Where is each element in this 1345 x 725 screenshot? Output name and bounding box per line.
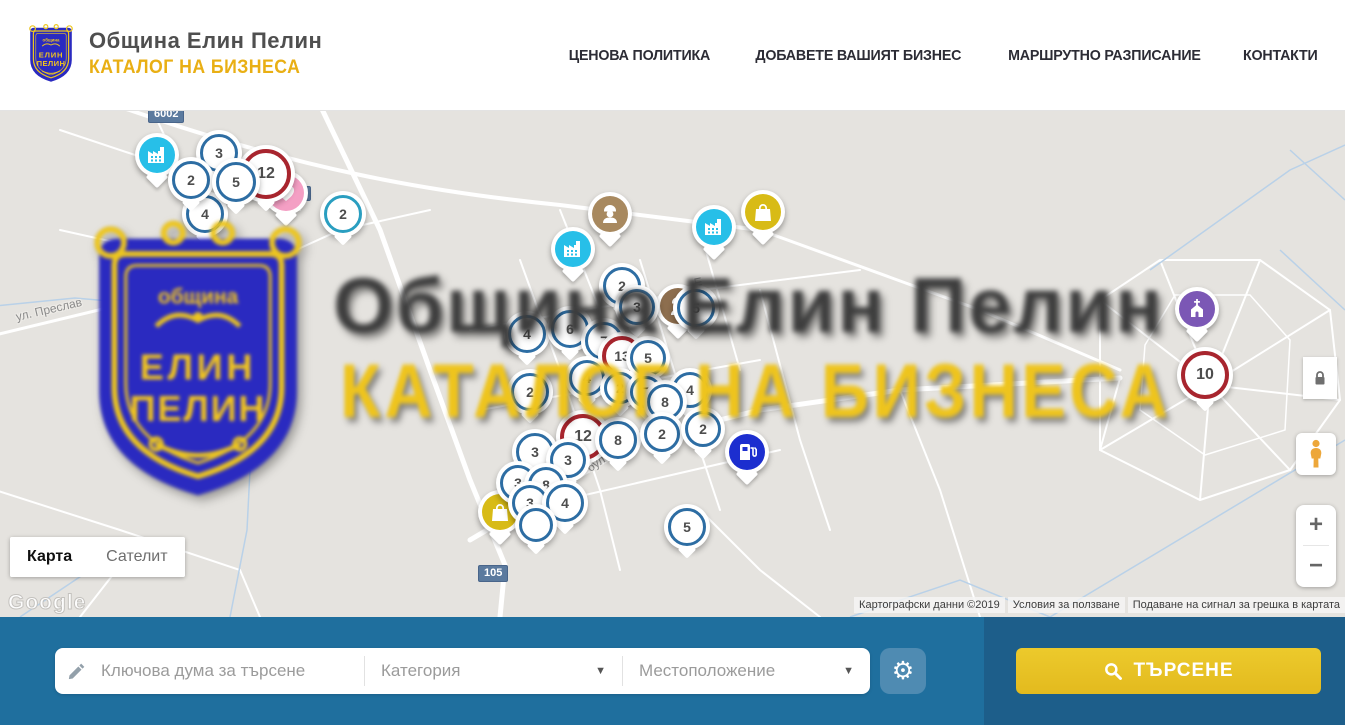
cluster-marker[interactable]: 2 <box>168 157 214 203</box>
cluster-count: 10 <box>1196 366 1214 384</box>
nav-add-business[interactable]: ДОБАВЕТЕ ВАШИЯТ БИЗНЕС <box>755 47 961 64</box>
cluster-count: 4 <box>583 370 591 386</box>
cluster-count: 2 <box>187 172 195 188</box>
category-dropdown-label: Категория <box>381 661 460 681</box>
cluster-marker[interactable]: 3 <box>615 285 659 329</box>
bag-icon <box>745 194 781 230</box>
cluster-count: 3 <box>564 452 572 468</box>
road-label: 105 <box>478 565 508 582</box>
pencil-icon <box>55 661 99 681</box>
advanced-settings-button[interactable]: ⚙ <box>880 648 926 694</box>
cluster-count: 2 <box>526 384 534 400</box>
cluster-marker[interactable]: 8 <box>595 417 641 463</box>
cluster-marker[interactable]: 5 <box>664 504 710 550</box>
svg-text:ЕЛИН: ЕЛИН <box>39 50 64 59</box>
cluster-count: 4 <box>686 382 694 398</box>
road-label: 6002 <box>148 110 184 123</box>
municipality-logo-icon: община ЕЛИН ПЕЛИН <box>27 23 75 83</box>
zoom-in-button[interactable]: + <box>1296 505 1336 545</box>
cluster-marker[interactable]: 2 <box>320 191 366 237</box>
attribution-terms-link[interactable]: Условия за ползване <box>1008 597 1125 613</box>
nav-pricing[interactable]: ЦЕНОВА ПОЛИТИКА <box>569 47 710 64</box>
lock-button[interactable] <box>1303 357 1337 399</box>
attribution-data: Картографски данни ©2019 <box>854 597 1005 613</box>
cluster-count: 8 <box>661 394 669 410</box>
pin-factory[interactable] <box>692 205 736 249</box>
pin-factory[interactable] <box>551 227 595 271</box>
chevron-down-icon: ▼ <box>595 665 606 677</box>
keyword-search-input[interactable] <box>99 660 364 682</box>
category-dropdown[interactable]: Категория ▼ <box>364 656 622 686</box>
nav-contacts[interactable]: КОНТАКТИ <box>1243 47 1318 64</box>
brand[interactable]: община ЕЛИН ПЕЛИН Община Елин Пелин КАТА… <box>27 23 322 83</box>
cluster-marker[interactable]: 2 <box>507 369 553 415</box>
cluster-count: 5 <box>232 174 240 190</box>
cluster-marker[interactable] <box>515 504 557 546</box>
pegman-icon <box>1306 439 1326 469</box>
cluster-count: 5 <box>692 300 700 316</box>
cluster-marker[interactable]: 5 <box>212 158 260 206</box>
site-subtitle: КАТАЛОГ НА БИЗНЕСА <box>89 57 306 79</box>
location-dropdown[interactable]: Местоположение ▼ <box>622 656 870 686</box>
google-logo[interactable]: Google <box>8 591 86 615</box>
factory-icon <box>696 209 732 245</box>
chevron-down-icon: ▼ <box>843 665 854 677</box>
cluster-count: 4 <box>201 206 209 222</box>
church-icon <box>1179 291 1215 327</box>
factory-icon <box>139 137 175 173</box>
pin-worker[interactable] <box>588 192 632 236</box>
cluster-count: 3 <box>633 299 641 315</box>
cluster-count: 3 <box>531 444 539 460</box>
pin-church[interactable] <box>1175 287 1219 331</box>
cluster-marker[interactable]: 2 <box>640 412 684 456</box>
search-button-label: ТЪРСЕНЕ <box>1133 660 1233 682</box>
svg-text:ПЕЛИН: ПЕЛИН <box>37 59 66 68</box>
header: община ЕЛИН ПЕЛИН Община Елин Пелин КАТА… <box>0 0 1345 111</box>
cluster-marker[interactable]: 5 <box>673 285 719 331</box>
fuel-icon <box>729 434 765 470</box>
pin-fuel[interactable] <box>725 430 769 474</box>
cluster-count: 5 <box>683 519 691 535</box>
map-canvas[interactable]: 6002105ул. Преславбул. „Новоселци“ 41232… <box>0 110 1345 617</box>
main-nav: ЦЕНОВА ПОЛИТИКА ДОБАВЕТЕ ВАШИЯТ БИЗНЕС М… <box>565 0 1320 110</box>
cluster-count: 4 <box>523 326 531 342</box>
cluster-marker[interactable]: 2 <box>681 407 725 451</box>
attribution-report-link[interactable]: Подаване на сигнал за грешка в картата <box>1128 597 1345 613</box>
search-bar: Категория ▼ Местоположение ▼ ⚙ ТЪРСЕНЕ <box>0 617 1345 725</box>
cluster-count: 2 <box>616 380 624 396</box>
cluster-count: 5 <box>644 350 652 366</box>
map-type-satellite-button[interactable]: Сателит <box>89 537 184 577</box>
cluster-count: 2 <box>339 206 347 222</box>
worker-icon <box>592 196 628 232</box>
search-button[interactable]: ТЪРСЕНЕ <box>1016 648 1321 694</box>
cluster-marker[interactable]: 10 <box>1177 347 1233 403</box>
gear-icon: ⚙ <box>892 659 914 684</box>
cluster-count: 2 <box>658 426 666 442</box>
cluster-count: 8 <box>614 432 622 448</box>
zoom-out-button[interactable]: − <box>1296 546 1336 586</box>
location-dropdown-label: Местоположение <box>639 661 775 681</box>
search-pill: Категория ▼ Местоположение ▼ <box>55 648 870 694</box>
street-view-pegman-button[interactable] <box>1296 433 1336 475</box>
page: община ЕЛИН ПЕЛИН Община Елин Пелин КАТА… <box>0 0 1345 725</box>
map-type-map-button[interactable]: Карта <box>10 537 89 577</box>
zoom-control: + − <box>1296 505 1336 587</box>
cluster-count: 6 <box>566 321 574 337</box>
pin-bag[interactable] <box>741 190 785 234</box>
lock-icon <box>1313 370 1327 386</box>
cluster-marker[interactable]: 4 <box>504 311 550 357</box>
search-icon <box>1103 661 1123 681</box>
cluster-count: 2 <box>699 421 707 437</box>
cluster-count: 3 <box>215 145 223 161</box>
site-title: Община Елин Пелин <box>89 28 322 54</box>
svg-text:община: община <box>43 37 60 42</box>
nav-route-schedule[interactable]: МАРШРУТНО РАЗПИСАНИЕ <box>1008 47 1201 64</box>
cluster-count: 4 <box>561 495 569 511</box>
factory-icon <box>555 231 591 267</box>
map-attribution: Картографски данни ©2019 Условия за полз… <box>854 597 1345 613</box>
map-type-control: Карта Сателит <box>10 537 185 577</box>
